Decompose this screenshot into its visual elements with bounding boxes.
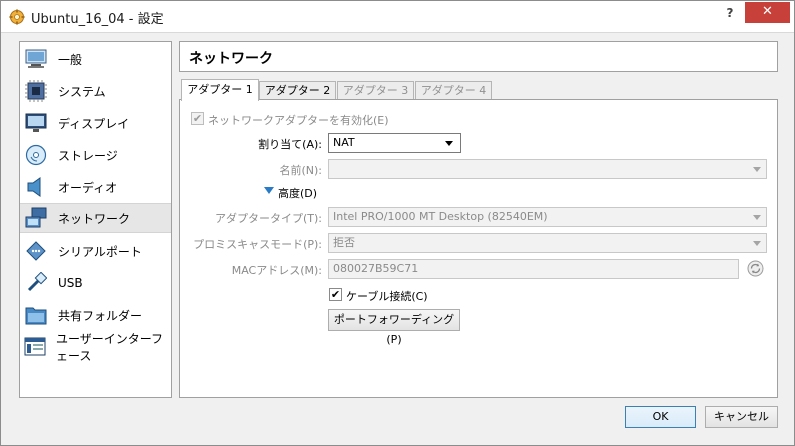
- serial-port-icon: [24, 239, 48, 263]
- mac-address-value: 080027B59C71: [333, 262, 419, 275]
- network-icon: [24, 206, 48, 230]
- sidebar-item-general[interactable]: 一般: [20, 44, 171, 74]
- virtualbox-gear-icon: [9, 9, 25, 25]
- sidebar-item-user-interface[interactable]: ユーザーインターフェース: [20, 332, 171, 363]
- folder-icon: [24, 303, 48, 327]
- chevron-down-icon: [753, 167, 761, 172]
- promiscuous-mode-select[interactable]: 拒否: [328, 233, 767, 253]
- sidebar-item-shared-folders[interactable]: 共有フォルダー: [20, 300, 171, 330]
- tab-adapter-4[interactable]: アダプター 4: [415, 81, 492, 100]
- attached-to-select[interactable]: NAT: [328, 133, 461, 153]
- name-label: 名前(N):: [279, 164, 322, 177]
- adapter-type-value: Intel PRO/1000 MT Desktop (82540EM): [333, 210, 548, 223]
- window-title: Ubuntu_16_04 - 設定: [31, 12, 164, 27]
- promiscuous-mode-value: 拒否: [333, 236, 355, 249]
- settings-window: Ubuntu_16_04 - 設定 ? ✕ 一般 システム ディスプレイ ストレ…: [0, 0, 795, 446]
- title-bar[interactable]: Ubuntu_16_04 - 設定 ? ✕: [1, 1, 794, 33]
- page-title-box: ネットワーク: [179, 41, 778, 72]
- help-button[interactable]: ?: [717, 3, 743, 23]
- mac-address-label: MACアドレス(M):: [231, 264, 322, 277]
- sidebar-item-label: オーディオ: [58, 180, 118, 195]
- display-icon: [24, 111, 48, 135]
- sidebar-item-label: シリアルポート: [58, 244, 142, 259]
- sidebar-item-label: システム: [58, 84, 106, 99]
- attached-to-label: 割り当て(A):: [258, 138, 322, 151]
- mac-address-field[interactable]: 080027B59C71: [328, 259, 739, 279]
- sidebar-item-label: ストレージ: [58, 148, 118, 163]
- sidebar-item-storage[interactable]: ストレージ: [20, 140, 171, 170]
- speaker-icon: [24, 175, 48, 199]
- enable-adapter-label: ネットワークアダプターを有効化(E): [208, 114, 389, 127]
- close-button[interactable]: ✕: [745, 2, 790, 23]
- sidebar-item-serial-ports[interactable]: シリアルポート: [20, 236, 171, 266]
- sidebar-item-audio[interactable]: オーディオ: [20, 172, 171, 202]
- chip-icon: [24, 79, 48, 103]
- port-forwarding-button[interactable]: ポートフォワーディング(P): [328, 309, 460, 346]
- tab-adapter-3[interactable]: アダプター 3: [337, 81, 414, 100]
- adapter-type-label: アダプタータイプ(T):: [214, 212, 322, 225]
- settings-category-list: 一般 システム ディスプレイ ストレージ オーディオ ネットワーク シリアルポー…: [19, 41, 172, 398]
- chevron-down-icon: [753, 241, 761, 246]
- usb-icon: [24, 271, 48, 295]
- attached-to-value: NAT: [333, 136, 355, 149]
- user-interface-icon: [24, 335, 46, 359]
- promiscuous-mode-label: プロミスキャスモード(P):: [193, 238, 322, 251]
- ok-button[interactable]: OK: [625, 406, 696, 428]
- tab-adapter-1[interactable]: アダプター 1: [181, 79, 259, 101]
- name-select[interactable]: [328, 159, 767, 179]
- tab-adapter-2[interactable]: アダプター 2: [259, 81, 336, 100]
- sidebar-item-system[interactable]: システム: [20, 76, 171, 106]
- sidebar-item-display[interactable]: ディスプレイ: [20, 108, 171, 138]
- advanced-toggle[interactable]: 高度(D): [278, 185, 317, 201]
- chevron-down-icon: [753, 215, 761, 220]
- sidebar-item-label: USB: [58, 276, 83, 290]
- sidebar-item-label: 共有フォルダー: [58, 308, 143, 323]
- storage-disc-icon: [24, 143, 48, 167]
- sidebar-item-label: 一般: [58, 52, 83, 67]
- chevron-down-icon: [445, 141, 453, 146]
- monitor-icon: [24, 47, 48, 71]
- sidebar-item-usb[interactable]: USB: [20, 268, 171, 298]
- cancel-button[interactable]: キャンセル: [705, 406, 778, 428]
- adapter-type-select[interactable]: Intel PRO/1000 MT Desktop (82540EM): [328, 207, 767, 227]
- enable-adapter-checkbox[interactable]: ✔: [191, 112, 204, 125]
- sidebar-item-label: ディスプレイ: [58, 116, 130, 131]
- sidebar-item-network[interactable]: ネットワーク: [20, 203, 171, 233]
- sidebar-item-label: ネットワーク: [58, 211, 131, 226]
- sidebar-item-label: ユーザーインターフェース: [56, 332, 164, 363]
- adapter-settings-panel: ✔ ネットワークアダプターを有効化(E) 割り当て(A): NAT 名前(N):…: [179, 99, 778, 398]
- disclosure-triangle-icon[interactable]: [264, 187, 274, 195]
- cable-connected-checkbox[interactable]: ✔: [329, 288, 342, 301]
- cable-connected-label: ケーブル接続(C): [346, 290, 428, 303]
- page-title: ネットワーク: [189, 51, 273, 67]
- refresh-mac-icon[interactable]: [747, 260, 764, 277]
